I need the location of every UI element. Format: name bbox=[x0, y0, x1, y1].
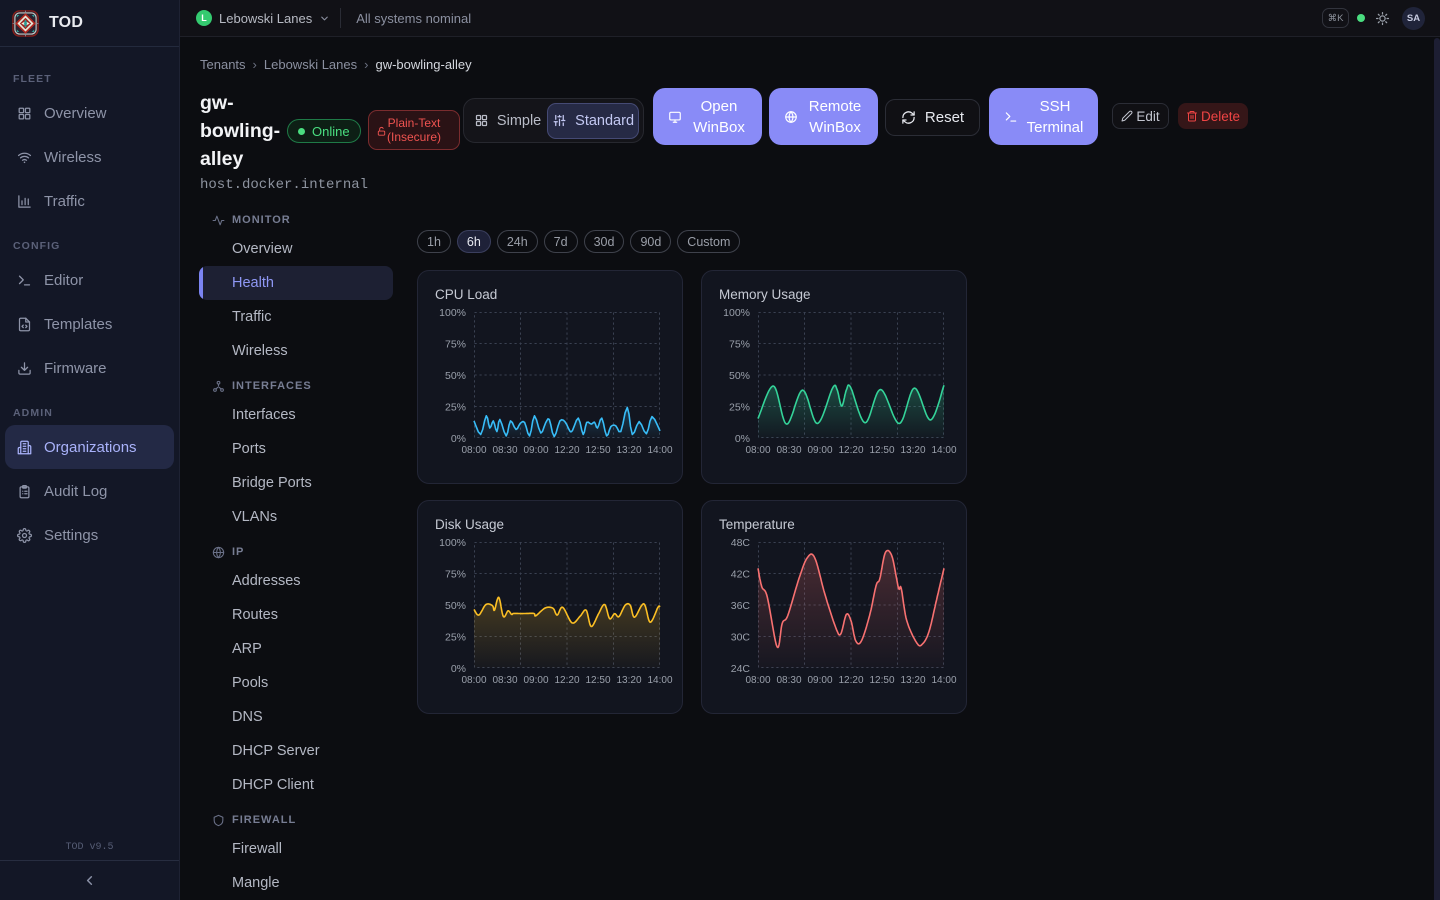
svg-text:12:20: 12:20 bbox=[554, 675, 579, 686]
svg-text:14:00: 14:00 bbox=[647, 675, 672, 686]
svg-text:25%: 25% bbox=[729, 402, 750, 414]
svg-text:12:50: 12:50 bbox=[869, 445, 894, 456]
svg-text:09:00: 09:00 bbox=[807, 445, 832, 456]
svg-text:09:00: 09:00 bbox=[807, 675, 832, 686]
svg-text:50%: 50% bbox=[445, 370, 466, 382]
svg-text:30C: 30C bbox=[731, 632, 751, 644]
svg-text:12:20: 12:20 bbox=[554, 445, 579, 456]
svg-text:14:00: 14:00 bbox=[647, 445, 672, 456]
svg-text:08:30: 08:30 bbox=[492, 445, 517, 456]
svg-text:0%: 0% bbox=[451, 663, 466, 675]
svg-text:08:00: 08:00 bbox=[745, 445, 770, 456]
svg-text:08:00: 08:00 bbox=[745, 675, 770, 686]
svg-text:75%: 75% bbox=[445, 569, 466, 581]
svg-text:12:50: 12:50 bbox=[585, 675, 610, 686]
svg-text:75%: 75% bbox=[445, 339, 466, 351]
svg-text:08:00: 08:00 bbox=[461, 445, 486, 456]
svg-text:25%: 25% bbox=[445, 632, 466, 644]
svg-text:14:00: 14:00 bbox=[931, 445, 956, 456]
svg-text:12:20: 12:20 bbox=[838, 675, 863, 686]
svg-text:14:00: 14:00 bbox=[931, 675, 956, 686]
svg-text:08:30: 08:30 bbox=[776, 675, 801, 686]
svg-text:13:20: 13:20 bbox=[900, 675, 925, 686]
svg-text:50%: 50% bbox=[445, 600, 466, 612]
svg-text:42C: 42C bbox=[731, 569, 751, 581]
svg-text:50%: 50% bbox=[729, 370, 750, 382]
svg-text:100%: 100% bbox=[439, 537, 466, 549]
svg-text:0%: 0% bbox=[451, 433, 466, 445]
svg-text:12:20: 12:20 bbox=[838, 445, 863, 456]
svg-text:100%: 100% bbox=[439, 307, 466, 319]
svg-text:13:20: 13:20 bbox=[616, 445, 641, 456]
svg-text:36C: 36C bbox=[731, 600, 751, 612]
svg-text:09:00: 09:00 bbox=[523, 445, 548, 456]
svg-text:75%: 75% bbox=[729, 339, 750, 351]
svg-text:13:20: 13:20 bbox=[616, 675, 641, 686]
svg-text:24C: 24C bbox=[731, 663, 751, 675]
svg-text:13:20: 13:20 bbox=[900, 445, 925, 456]
svg-text:100%: 100% bbox=[723, 307, 750, 319]
svg-text:12:50: 12:50 bbox=[869, 675, 894, 686]
svg-text:08:00: 08:00 bbox=[461, 675, 486, 686]
svg-text:12:50: 12:50 bbox=[585, 445, 610, 456]
svg-text:0%: 0% bbox=[735, 433, 750, 445]
svg-text:25%: 25% bbox=[445, 402, 466, 414]
svg-text:08:30: 08:30 bbox=[776, 445, 801, 456]
svg-text:08:30: 08:30 bbox=[492, 675, 517, 686]
svg-text:48C: 48C bbox=[731, 537, 751, 549]
svg-text:09:00: 09:00 bbox=[523, 675, 548, 686]
